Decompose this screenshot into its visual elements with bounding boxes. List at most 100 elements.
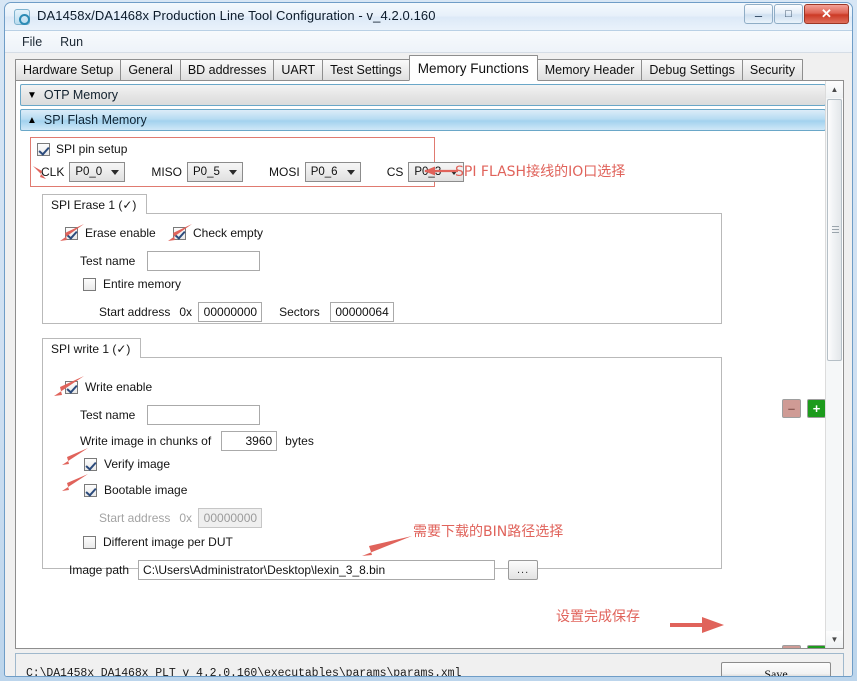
close-button[interactable]: ✕ [804,4,849,24]
menu-item-run[interactable]: Run [51,33,92,51]
write-enable-checkbox[interactable] [65,380,78,394]
chunks-input[interactable]: 3960 [221,431,278,451]
save-button[interactable]: Save [721,662,831,676]
scroll-down-icon[interactable]: ▼ [826,631,843,648]
erase-test-name-input[interactable] [147,251,261,271]
accordion-spi-flash-memory-label: SPI Flash Memory [43,113,147,127]
erase-enable-row[interactable]: Erase enable [65,226,156,240]
entire-memory-checkbox[interactable] [83,277,96,291]
erase-sectors-input[interactable]: 00000064 [329,302,394,322]
memory-functions-panel: ▼ OTP Memory ▲ SPI Flash Memory SPI pin … [15,81,844,649]
verify-image-checkbox[interactable] [84,457,97,471]
remove-write-row-button[interactable]: – [782,645,801,648]
clk-value: P0_0 [75,166,103,178]
check-empty-checkbox[interactable] [173,226,186,240]
different-image-row[interactable]: Different image per DUT [83,535,233,549]
chevron-down-icon [229,170,238,175]
menu-item-file[interactable]: File [13,33,51,51]
add-erase-row-button[interactable]: + [807,399,826,418]
chevron-down-icon [346,170,355,175]
spi-pin-setup-row[interactable]: SPI pin setup [37,142,127,156]
spi-write-legend: SPI write 1 (✓) [42,338,142,358]
maximize-icon: □ [785,8,792,20]
chevron-up-icon: ▲ [27,114,37,126]
browse-image-button[interactable]: ... [508,560,539,580]
scroll-up-icon[interactable]: ▲ [826,81,843,98]
annotation-bin-path-text: 需要下载的BIN路径选择 [413,524,564,540]
bottom-bar: C:\DA1458x_DA1468x_PLT_v_4.2.0.160\execu… [15,653,844,677]
spi-pin-setup-group: SPI pin setup CLK P0_0 MISO P0_5 MOSI P0… [30,137,465,187]
remove-erase-row-button[interactable]: – [782,399,801,418]
add-write-row-button[interactable]: + [807,645,826,648]
erase-test-name-row: Test name [80,251,261,271]
entire-memory-row[interactable]: Entire memory [83,277,181,291]
write-test-name-input[interactable] [147,405,261,425]
erase-row-buttons: – + [782,399,826,418]
mosi-label: MOSI [269,165,300,179]
spi-pin-setup-checkbox[interactable] [37,142,50,156]
bootable-image-checkbox[interactable] [84,483,97,497]
erase-hex-prefix: 0x [179,305,193,319]
write-test-name-label: Test name [80,408,136,422]
write-enable-label: Write enable [85,380,153,394]
application-window: DA1458x/DA1468x Production Line Tool Con… [0,0,857,681]
write-hex-prefix: 0x [179,511,193,525]
tab-hardware-setup[interactable]: Hardware Setup [15,59,122,80]
tab-uart[interactable]: UART [273,59,324,80]
tab-memory-header[interactable]: Memory Header [536,59,643,80]
config-file-path: C:\DA1458x_DA1468x_PLT_v_4.2.0.160\execu… [26,667,462,677]
tab-strip: Hardware Setup General BD addresses UART… [15,55,844,81]
app-icon [14,9,30,25]
erase-enable-checkbox[interactable] [65,226,78,240]
tab-memory-functions[interactable]: Memory Functions [408,55,538,81]
tab-general[interactable]: General [120,59,181,80]
mosi-combobox[interactable]: P0_6 [304,162,361,182]
clk-combobox[interactable]: P0_0 [69,162,126,182]
scrollbar-thumb[interactable] [827,99,842,361]
chunks-label: Write image in chunks of [80,434,212,448]
title-bar: DA1458x/DA1468x Production Line Tool Con… [5,3,852,31]
maximize-button[interactable]: □ [774,4,803,24]
accordion-otp-memory[interactable]: ▼ OTP Memory [20,84,826,106]
tab-security[interactable]: Security [741,59,804,80]
chunks-row: Write image in chunks of 3960 bytes [80,431,314,451]
write-enable-row[interactable]: Write enable [65,380,152,394]
spi-pin-row: CLK P0_0 MISO P0_5 MOSI P0_6 CS P0_3 [41,162,465,182]
scrollbar-grip-icon [832,226,839,234]
minimize-button[interactable]: – [744,4,773,24]
bootable-image-row[interactable]: Bootable image [84,483,187,497]
image-path-input[interactable]: C:\Users\Administrator\Desktop\lexin_3_8… [138,560,496,580]
write-start-address-input: 00000000 [198,508,263,528]
mosi-value: P0_6 [310,166,338,178]
write-address-row: Start address 0x 00000000 [99,508,263,528]
cs-label: CS [386,165,404,179]
miso-value: P0_5 [193,166,220,178]
accordion-otp-memory-label: OTP Memory [43,88,118,102]
different-image-checkbox[interactable] [83,535,96,549]
cs-value: P0_3 [414,166,442,178]
chevron-down-icon [111,170,120,175]
tab-bd-addresses[interactable]: BD addresses [179,59,275,80]
verify-image-label: Verify image [104,457,171,471]
check-empty-row[interactable]: Check empty [173,226,263,240]
write-test-name-row: Test name [80,405,261,425]
vertical-scrollbar[interactable]: ▲ ▼ [825,81,843,648]
tab-debug-settings[interactable]: Debug Settings [641,59,743,80]
spi-pin-setup-label: SPI pin setup [56,142,128,156]
accordion-spi-flash-memory[interactable]: ▲ SPI Flash Memory [20,109,826,131]
erase-address-row: Start address 0x 00000000 Sectors 000000… [99,302,394,322]
image-path-label: Image path [69,563,130,577]
verify-image-row[interactable]: Verify image [84,457,170,471]
entire-memory-label: Entire memory [103,277,182,291]
window-controls: – □ ✕ [743,4,849,24]
annotation-save-text: 设置完成保存 [556,609,640,625]
clk-label: CLK [41,165,65,179]
miso-combobox[interactable]: P0_5 [187,162,244,182]
erase-start-address-input[interactable]: 00000000 [198,302,263,322]
chevron-down-icon: ▼ [27,89,37,101]
write-start-address-label: Start address [99,511,171,525]
tab-test-settings[interactable]: Test Settings [322,59,410,80]
spi-write-group: SPI write 1 (✓) Write enable Test name W… [42,338,722,580]
chunks-unit-label: bytes [285,434,314,448]
minimize-icon: – [754,8,763,23]
